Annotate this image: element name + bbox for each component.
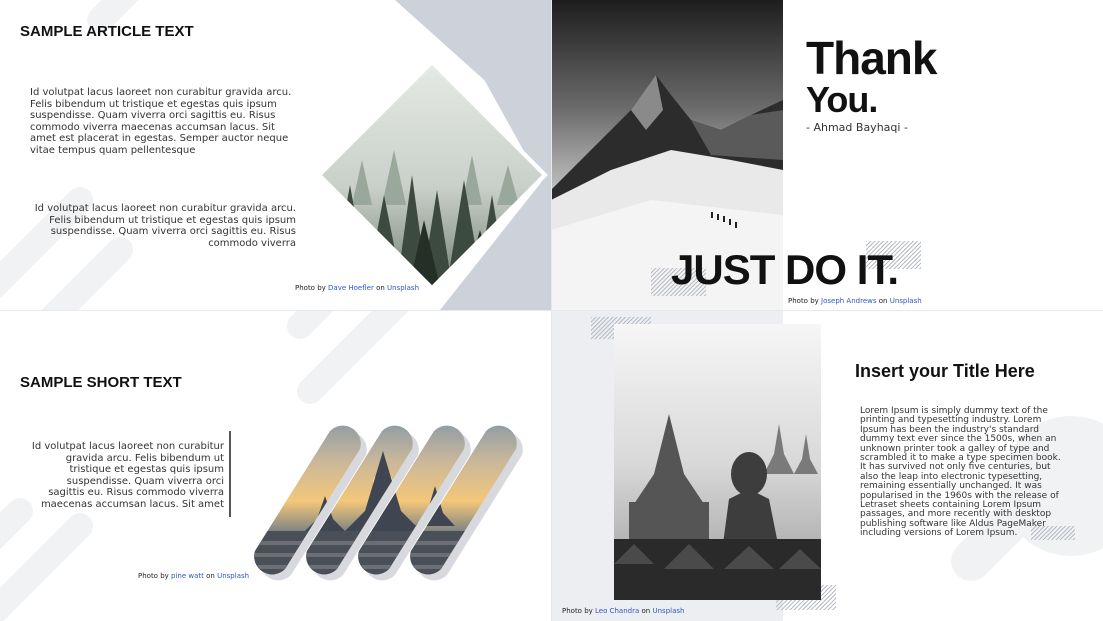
slide-thank-you[interactable]: Thank You. - Ahmad Bayhaqi - JUST DO IT.… <box>551 0 1103 310</box>
thank-heading: Thank <box>806 32 937 84</box>
slide-title: SAMPLE SHORT TEXT <box>20 374 182 391</box>
slide-insert-title[interactable]: Insert your Title Here Lorem Ipsum is si… <box>551 311 1103 621</box>
slide-sample-article[interactable]: SAMPLE ARTICLE TEXT Id volutpat lacus la… <box>0 0 551 310</box>
buddha-photo <box>614 324 821 600</box>
you-heading: You. <box>806 79 878 120</box>
photo-credit: Photo by pine watt on Unsplash <box>138 572 250 580</box>
article-paragraph-2: Id volutpat lacus laoreet non curabitur … <box>34 203 296 249</box>
short-paragraph: Id volutpat lacus laoreet non curabitur … <box>31 441 224 510</box>
slide-divider-vertical <box>551 0 552 621</box>
unsplash-link[interactable]: Unsplash <box>652 607 684 615</box>
lorem-paragraph: Lorem Ipsum is simply dummy text of the … <box>860 406 1061 539</box>
author-link[interactable]: Joseph Andrews <box>821 297 876 305</box>
photo-credit: Photo by Dave Hoefler on Unsplash <box>295 284 419 292</box>
vertical-accent-bar <box>229 431 231 517</box>
author-link[interactable]: pine watt <box>171 572 204 580</box>
slide-title: Insert your Title Here <box>855 361 1035 381</box>
author-link[interactable]: Dave Hoefler <box>328 284 374 292</box>
article-paragraph-1: Id volutpat lacus laoreet non curabitur … <box>30 87 292 156</box>
unsplash-link[interactable]: Unsplash <box>387 284 419 292</box>
author-link[interactable]: Leo Chandra <box>595 607 639 615</box>
slide-title: SAMPLE ARTICLE TEXT <box>20 23 194 40</box>
forest-photo-diamond <box>316 59 548 291</box>
unsplash-link[interactable]: Unsplash <box>217 572 249 580</box>
photo-credit: Photo by Joseph Andrews on Unsplash <box>788 297 922 305</box>
author-name: - Ahmad Bayhaqi - <box>806 121 908 134</box>
photo-credit: Photo by Leo Chandra on Unsplash <box>562 607 685 615</box>
slide-sample-short[interactable]: SAMPLE SHORT TEXT Id volutpat lacus laor… <box>0 311 551 621</box>
temple-photo-stripes <box>254 425 523 581</box>
unsplash-link[interactable]: Unsplash <box>890 297 922 305</box>
slogan-text: JUST DO IT. <box>671 246 899 293</box>
